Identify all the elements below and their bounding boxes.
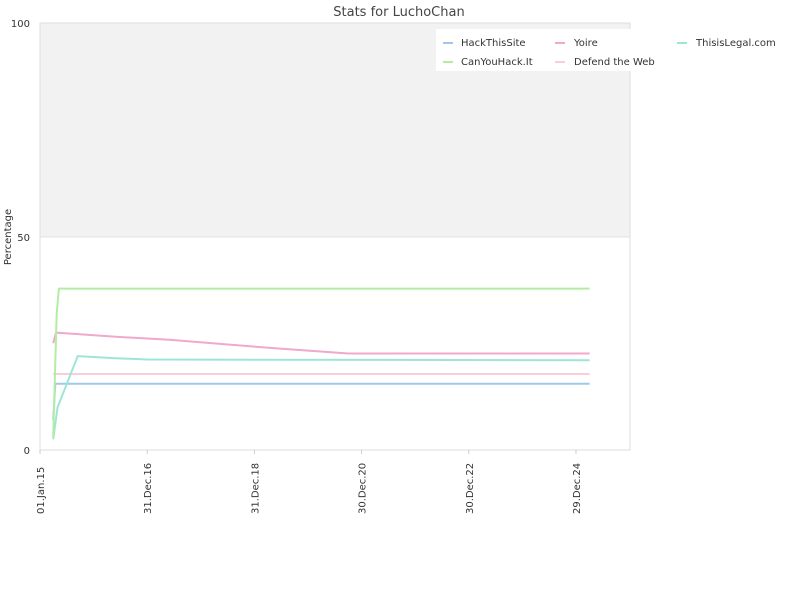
line-chart: Stats for LuchoChan Percentage 0 50 100 …: [3, 5, 781, 514]
x-tick-label: 31.Dec.16: [143, 463, 154, 514]
x-tick-label: 31.Dec.18: [250, 463, 261, 514]
plot-background-lower: [40, 237, 630, 450]
y-tick-label: 50: [17, 233, 30, 244]
legend: HackThisSite Yoire ThisisLegal.com CanYo…: [436, 29, 781, 71]
legend-label-canyouhackit: CanYouHack.It: [461, 57, 533, 68]
x-tick-label: 29.Dec.24: [572, 463, 583, 514]
chart-figure: Stats for LuchoChan Percentage 0 50 100 …: [0, 0, 800, 600]
x-axis-ticks: 01.Jan.15 31.Dec.16 31.Dec.18 30.Dec.20 30.D…: [36, 450, 583, 514]
legend-label-hackthissite: HackThisSite: [461, 38, 526, 49]
chart-title: Stats for LuchoChan: [333, 5, 464, 20]
y-tick-label: 100: [11, 19, 30, 30]
x-tick-label: 30.Dec.22: [465, 463, 476, 514]
legend-label-thisislegal: ThisisLegal.com: [695, 38, 776, 49]
x-tick-label: 30.Dec.20: [358, 463, 369, 514]
legend-label-defendtheweb: Defend the Web: [574, 57, 655, 68]
y-tick-label: 0: [24, 446, 30, 457]
y-axis-label: Percentage: [3, 209, 14, 265]
legend-label-yoire: Yoire: [573, 38, 598, 49]
x-tick-label: 01.Jan.15: [36, 467, 47, 514]
